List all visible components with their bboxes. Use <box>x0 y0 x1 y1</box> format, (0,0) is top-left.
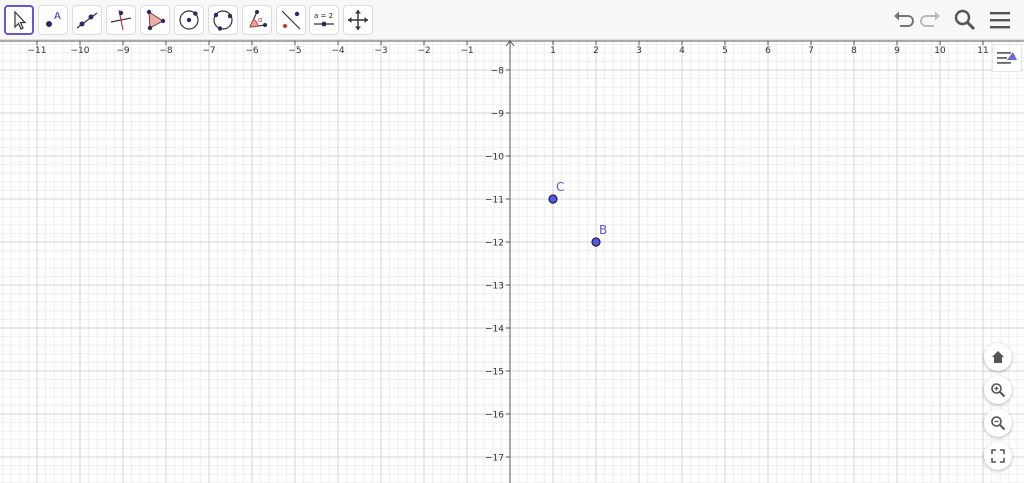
x-tick-label: −4 <box>331 46 345 56</box>
x-tick-label: −9 <box>116 46 130 56</box>
x-tick-label: 3 <box>636 46 642 56</box>
point-tool-label: A <box>54 11 61 22</box>
y-tick-label: −12 <box>485 239 504 249</box>
search-icon <box>954 9 976 31</box>
zoom-in-icon <box>991 383 1006 398</box>
perpendicular-line-tool-button[interactable] <box>106 5 136 35</box>
x-tick-label: 4 <box>679 46 685 56</box>
x-tick-label: 9 <box>894 46 900 56</box>
home-icon <box>992 351 1004 363</box>
slider-tool-label: a = 2 <box>314 12 333 20</box>
y-axis-tick-labels: −8 −9 −10 −11 −12 −13 −14 −15 −16 −17 <box>485 67 510 464</box>
x-tick-label: −1 <box>460 46 473 56</box>
y-tick-label: −13 <box>485 282 504 292</box>
minor-grid <box>0 40 1024 483</box>
x-tick-label: 11 <box>977 46 988 56</box>
x-tick-label: −3 <box>374 46 387 56</box>
y-tick-label: −15 <box>485 368 504 378</box>
undo-icon <box>894 11 914 27</box>
x-tick-label: −8 <box>159 46 173 56</box>
polygon-icon <box>146 9 166 31</box>
x-tick-label: −2 <box>417 46 430 56</box>
move-graphics-view-tool-button[interactable] <box>343 5 373 35</box>
x-tick-label: 10 <box>934 46 946 56</box>
polygon-tool-button[interactable] <box>140 5 170 35</box>
circle-three-points-tool-button[interactable] <box>208 5 238 35</box>
style-bar-toggle-button[interactable] <box>992 44 1022 72</box>
menu-icon <box>990 12 1010 29</box>
move-tool-button[interactable] <box>4 5 34 35</box>
circle-center-point-icon <box>179 10 199 30</box>
x-tick-label: 6 <box>765 46 771 56</box>
x-tick-label: −10 <box>71 46 90 56</box>
move-arrows-icon <box>348 10 368 30</box>
svg-text:α: α <box>258 16 263 24</box>
search-button[interactable] <box>952 7 978 33</box>
angle-icon: α <box>249 10 267 28</box>
y-tick-label: −8 <box>491 67 505 77</box>
fullscreen-icon <box>991 449 1005 463</box>
slider-icon: a = 2 <box>314 12 334 27</box>
x-tick-label: 8 <box>851 46 857 56</box>
toolbar: A α a = 2 <box>0 0 1024 40</box>
point-tool-button[interactable]: A <box>38 5 68 35</box>
angle-tool-button[interactable]: α <box>242 5 272 35</box>
point-c[interactable] <box>548 194 558 204</box>
point-b[interactable] <box>591 237 601 247</box>
slider-tool-button[interactable]: a = 2 <box>309 5 339 35</box>
reflect-about-line-icon <box>281 10 301 30</box>
undo-button[interactable] <box>890 7 916 33</box>
main-menu-button[interactable] <box>987 7 1013 33</box>
circle-through-three-points-icon <box>213 10 233 31</box>
axes <box>0 40 1024 483</box>
redo-icon <box>920 11 940 27</box>
y-tick-label: −11 <box>485 196 504 206</box>
line-through-points-icon <box>76 12 98 29</box>
fullscreen-button[interactable] <box>984 442 1012 470</box>
zoom-out-icon <box>991 416 1006 431</box>
style-bar-icon <box>997 52 1017 64</box>
y-tick-label: −16 <box>485 411 504 421</box>
cursor-arrow-icon <box>14 10 27 30</box>
reflect-tool-button[interactable] <box>276 5 306 35</box>
point-A-icon: A <box>46 11 61 27</box>
x-tick-label: −5 <box>288 46 301 56</box>
circle-tool-button[interactable] <box>174 5 204 35</box>
home-button[interactable] <box>984 343 1012 371</box>
zoom-out-button[interactable] <box>984 409 1012 437</box>
perpendicular-line-icon <box>110 9 132 31</box>
x-tick-label: −6 <box>245 46 259 56</box>
y-tick-label: −9 <box>491 110 505 120</box>
graphics-view[interactable]: −11 −10 −9 −8 −7 −6 −5 −4 −3 −2 −1 1 2 3 4 5 6 7 8 9 10 11 −8… <box>0 40 1024 483</box>
y-tick-label: −10 <box>485 153 504 163</box>
x-tick-label: −11 <box>28 46 47 56</box>
x-tick-label: 2 <box>593 46 599 56</box>
line-tool-button[interactable] <box>72 5 102 35</box>
point-label-b: B <box>599 223 607 237</box>
x-tick-label: 1 <box>550 46 556 56</box>
x-tick-label: 7 <box>808 46 814 56</box>
point-label-c: C <box>556 180 564 194</box>
redo-button[interactable] <box>918 7 944 33</box>
y-tick-label: −14 <box>485 325 504 335</box>
x-tick-label: −7 <box>202 46 215 56</box>
zoom-in-button[interactable] <box>984 376 1012 404</box>
y-tick-label: −17 <box>485 454 504 464</box>
major-grid <box>0 40 1024 483</box>
x-tick-label: 5 <box>722 46 728 56</box>
